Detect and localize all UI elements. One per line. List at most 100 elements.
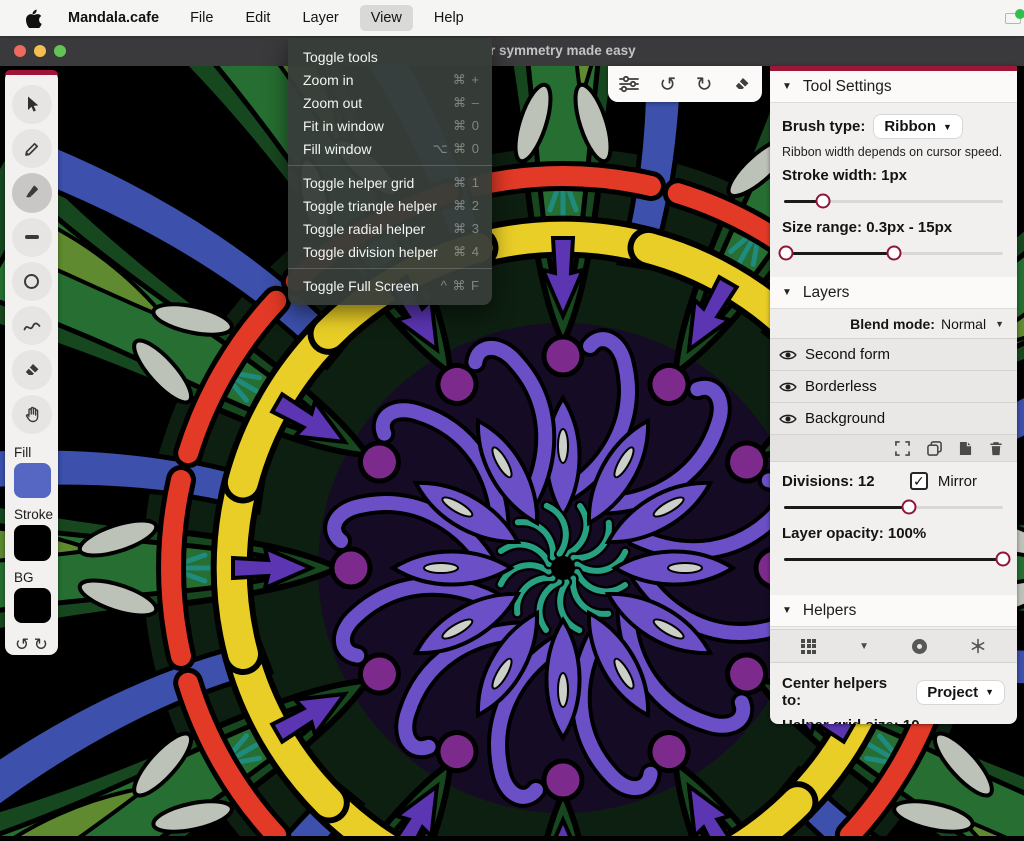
mirror-checkbox[interactable]: ✓ [910, 472, 928, 490]
ellipse-tool-button[interactable] [12, 262, 52, 301]
apple-menu[interactable] [26, 8, 44, 28]
layer-row-background[interactable]: Background [770, 403, 1017, 435]
undo-icon[interactable]: ↺ [15, 635, 29, 655]
pointer-tool-button[interactable] [12, 85, 52, 124]
view-menu-popup: Toggle tools Zoom in⌘ + Zoom out⌘ – Fit … [288, 38, 492, 305]
menu-item-toggle-full-screen[interactable]: Toggle Full Screen^ ⌘ F [288, 274, 492, 297]
window-title: r symmetry made easy [490, 43, 636, 58]
layer-opacity-slider[interactable] [784, 551, 1003, 567]
bg-color-swatch[interactable] [14, 588, 51, 623]
pencil-tool-button[interactable] [12, 129, 52, 168]
brush-type-value: Ribbon [884, 118, 936, 135]
brush-type-dropdown[interactable]: Ribbon ▼ [873, 114, 963, 139]
slider-handle[interactable] [996, 552, 1011, 567]
chevron-down-icon: ▼ [943, 122, 952, 132]
undo-icon[interactable]: ↺ [659, 74, 676, 94]
menu-item-toggle-division-helper[interactable]: Toggle division helper⌘ 4 [288, 240, 492, 263]
helpers-header[interactable]: ▼ Helpers [770, 595, 1017, 627]
center-helpers-value: Project [927, 684, 978, 701]
menubar-item-view[interactable]: View [360, 5, 413, 31]
minimize-button[interactable] [34, 45, 46, 57]
layer-row-borderless[interactable]: Borderless [770, 371, 1017, 403]
tool-panel: Fill Stroke BG ↺ ↻ [5, 70, 58, 655]
expand-icon[interactable] [895, 441, 910, 456]
layer-actions-row [770, 435, 1017, 462]
curve-tool-button[interactable] [12, 306, 52, 345]
layers-header[interactable]: ▼ Layers [770, 277, 1017, 309]
fill-label: Fill [14, 445, 58, 460]
app-menu-name[interactable]: Mandala.cafe [68, 10, 159, 26]
visibility-eye-icon[interactable] [779, 412, 797, 426]
fill-color-swatch[interactable] [14, 463, 51, 498]
center-helpers-dropdown[interactable]: Project ▼ [916, 680, 1005, 705]
erase-icon[interactable] [732, 74, 752, 94]
menu-item-fill-window[interactable]: Fill window⌥ ⌘ 0 [288, 137, 492, 160]
layers-title: Layers [803, 284, 850, 302]
delete-icon[interactable] [989, 441, 1003, 456]
chevron-down-icon: ▼ [985, 687, 994, 697]
menu-item-zoom-out[interactable]: Zoom out⌘ – [288, 91, 492, 114]
stroke-color-swatch[interactable] [14, 525, 51, 560]
close-button[interactable] [14, 45, 26, 57]
collapse-triangle-icon: ▼ [782, 287, 792, 298]
pointer-icon [22, 94, 42, 114]
size-range-label: Size range: 0.3px - 15px [782, 219, 1005, 236]
stroke-width-slider[interactable] [784, 193, 1003, 209]
settings-panel: ▼ Tool Settings Brush type: Ribbon ▼ Rib… [770, 66, 1017, 724]
grid-helper-icon[interactable] [801, 639, 816, 654]
stroke-label: Stroke [14, 507, 58, 522]
visibility-eye-icon[interactable] [779, 380, 797, 394]
menubar-item-edit[interactable]: Edit [234, 5, 281, 31]
blend-mode-row[interactable]: Blend mode: Normal ▼ [770, 309, 1017, 339]
helpers-title: Helpers [803, 602, 856, 620]
ellipse-icon [24, 274, 39, 289]
pencil-icon [22, 139, 42, 159]
slider-handle[interactable] [901, 500, 916, 515]
menu-item-fit-in-window[interactable]: Fit in window⌘ 0 [288, 114, 492, 137]
stroke-width-label: Stroke width: 1px [782, 167, 1005, 184]
layer-name: Borderless [805, 378, 877, 395]
adjust-sliders-icon[interactable] [618, 75, 640, 93]
tool-settings-header[interactable]: ▼ Tool Settings [770, 71, 1017, 103]
menubar-item-file[interactable]: File [179, 5, 224, 31]
duplicate-icon[interactable] [927, 441, 942, 456]
menu-separator [288, 268, 492, 269]
slider-handle-high[interactable] [886, 246, 901, 261]
macos-menubar: Mandala.cafe File Edit Layer View Help [0, 0, 1024, 36]
brush-tool-button[interactable] [12, 173, 52, 212]
slider-handle[interactable] [816, 194, 831, 209]
chevron-down-icon: ▼ [995, 319, 1004, 329]
green-status-dot [1015, 9, 1024, 19]
menubar-item-help[interactable]: Help [423, 5, 475, 31]
visibility-eye-icon[interactable] [779, 348, 797, 362]
brush-type-label: Brush type: [782, 118, 865, 135]
snowflake-helper-icon[interactable] [970, 638, 986, 654]
line-icon [25, 235, 39, 239]
live-indicator[interactable] [1005, 9, 1024, 25]
layer-name: Background [805, 410, 885, 427]
redo-icon[interactable]: ↻ [696, 74, 713, 94]
menubar-item-layer[interactable]: Layer [291, 5, 349, 31]
divisions-slider[interactable] [784, 499, 1003, 515]
menu-item-toggle-helper-grid[interactable]: Toggle helper grid⌘ 1 [288, 171, 492, 194]
chevron-down-icon[interactable]: ▼ [859, 641, 869, 652]
zoom-button[interactable] [54, 45, 66, 57]
helper-grid-size-label: Helper grid size: 10 [782, 717, 1005, 724]
menu-item-toggle-radial-helper[interactable]: Toggle radial helper⌘ 3 [288, 217, 492, 240]
radial-helper-icon[interactable] [912, 639, 927, 654]
eraser-tool-button[interactable] [12, 350, 52, 389]
size-range-slider[interactable] [784, 245, 1003, 261]
eraser-icon [22, 360, 42, 380]
menu-item-zoom-in[interactable]: Zoom in⌘ + [288, 68, 492, 91]
redo-icon[interactable]: ↻ [34, 635, 48, 655]
layer-row-second-form[interactable]: Second form [770, 339, 1017, 371]
bg-label: BG [14, 570, 58, 585]
new-layer-icon[interactable] [959, 441, 972, 456]
pan-tool-button[interactable] [12, 395, 52, 434]
menu-item-toggle-tools[interactable]: Toggle tools [288, 45, 492, 68]
menu-item-toggle-triangle-helper[interactable]: Toggle triangle helper⌘ 2 [288, 194, 492, 217]
line-tool-button[interactable] [12, 218, 52, 257]
collapse-triangle-icon: ▼ [782, 605, 792, 616]
canvas-toolbar: ↺ ↻ [608, 66, 762, 102]
slider-handle-low[interactable] [779, 246, 794, 261]
